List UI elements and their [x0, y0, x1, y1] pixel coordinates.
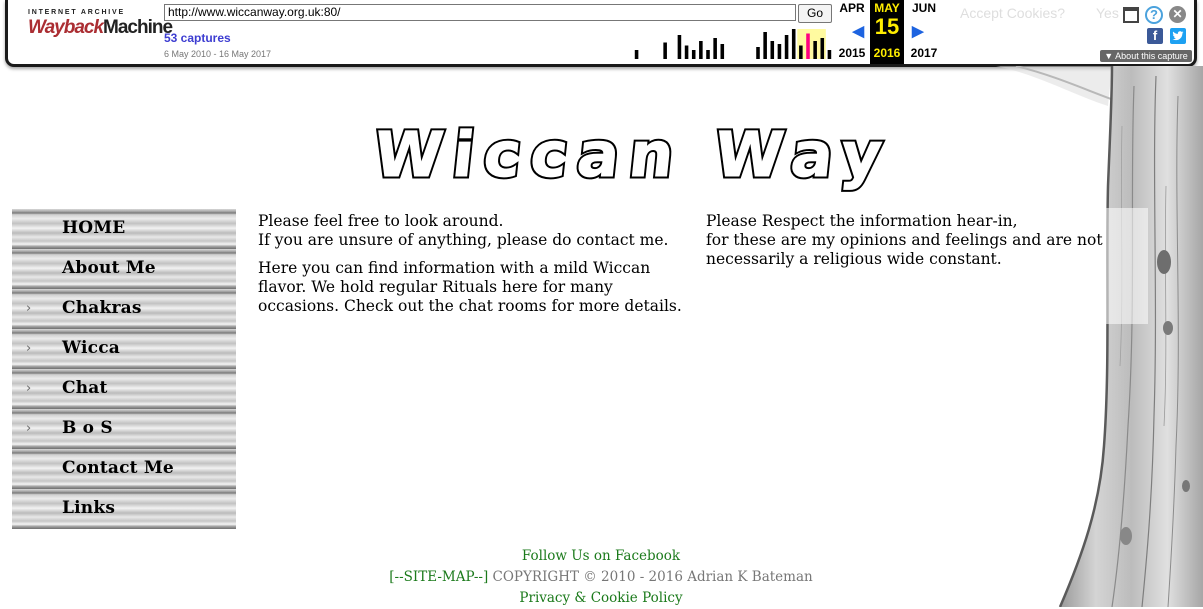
prev-capture-arrow-icon[interactable]: ◀: [852, 22, 864, 40]
nav-item-label: Chakras: [62, 298, 142, 318]
toolbar-icons: ? ✕ f: [1120, 6, 1190, 46]
side-navigation: HOME About Me › Chakras › Wicca › Chat ›…: [12, 209, 236, 529]
cookie-prompt-ghost-yes: Yes: [1096, 5, 1119, 21]
internet-archive-label: INTERNET ARCHIVE: [28, 9, 125, 16]
copyright-text: COPYRIGHT © 2010 - 2016 Adrian K Bateman: [488, 569, 813, 585]
respect-line-2: for these are my opinions and feelings a…: [706, 231, 1103, 268]
submenu-arrow-icon: ›: [26, 301, 32, 316]
cookie-prompt-ghost-text: Accept Cookies?: [960, 5, 1066, 21]
current-year-label: 2016: [873, 46, 901, 60]
site-title-logo: Wiccan Way Wiccan Way: [374, 116, 898, 194]
nav-item-label: Contact Me: [62, 458, 174, 478]
nav-item-label: About Me: [62, 258, 156, 278]
nav-item-label: Chat: [62, 378, 108, 398]
nav-item-label: HOME: [62, 218, 126, 238]
sparkline-bar[interactable]: [720, 44, 725, 59]
page-footer: Follow Us on Facebook [--SITE-MAP--] COP…: [300, 546, 902, 609]
sparkline-bar[interactable]: [784, 35, 789, 59]
welcome-line-1: Please feel free to look around.: [258, 212, 504, 230]
submenu-arrow-icon: ›: [26, 421, 32, 436]
privacy-policy-link[interactable]: Privacy & Cookie Policy: [519, 590, 682, 606]
nav-item-chakras[interactable]: › Chakras: [12, 289, 236, 329]
sparkline-bar[interactable]: [756, 47, 760, 59]
calendar-current-capture: MAY 15 2016: [870, 0, 904, 64]
twitter-share-icon[interactable]: [1170, 28, 1186, 44]
sparkline-bar[interactable]: [763, 32, 767, 59]
tree-trunk-decoration: [996, 66, 1203, 607]
current-month-label: MAY: [874, 1, 900, 15]
nav-item-wicca[interactable]: › Wicca: [12, 329, 236, 369]
submenu-arrow-icon: ›: [26, 341, 32, 356]
nav-item-about-me[interactable]: About Me: [12, 249, 236, 289]
sparkline-bar[interactable]: [684, 45, 689, 60]
capture-sparkline[interactable]: [633, 29, 833, 59]
welcome-paragraph-1: Please feel free to look around. If you …: [258, 212, 698, 250]
next-month-label: JUN: [911, 1, 936, 15]
prev-year-label[interactable]: 2015: [834, 46, 870, 60]
sparkline-bar[interactable]: [691, 50, 696, 59]
welcome-paragraph-2: Here you can find information with a mil…: [258, 259, 682, 315]
facebook-link[interactable]: Follow Us on Facebook: [522, 548, 680, 564]
welcome-line-2: If you are unsure of anything, please do…: [258, 231, 669, 249]
minimize-toolbar-icon[interactable]: [1123, 7, 1139, 23]
calendar-next-month[interactable]: JUN ▶ 2017: [906, 0, 942, 64]
sparkline-bar[interactable]: [770, 41, 775, 59]
respect-notice: Please Respect the information hear-in, …: [706, 212, 1136, 269]
nav-item-label: Wicca: [62, 338, 120, 358]
nav-item-label: B o S: [62, 418, 113, 438]
calendar-prev-month[interactable]: APR ◀ 2015: [834, 0, 870, 64]
facebook-share-icon[interactable]: f: [1147, 28, 1163, 44]
wayback-machine-wordmark: WaybackMachine: [28, 17, 173, 38]
sparkline-bar[interactable]: [820, 38, 825, 59]
help-icon[interactable]: ?: [1145, 6, 1163, 24]
svg-text:Wiccan Way: Wiccan Way: [374, 118, 896, 191]
site-map-link[interactable]: [--SITE-MAP--]: [389, 569, 488, 585]
nav-item-bos[interactable]: › B o S: [12, 409, 236, 449]
wayback-toolbar: INTERNET ARCHIVE WaybackMachine http://w…: [5, 0, 1197, 67]
next-capture-arrow-icon[interactable]: ▶: [912, 22, 924, 40]
welcome-text: Please feel free to look around. If you …: [258, 212, 698, 325]
nav-item-links[interactable]: Links: [12, 489, 236, 529]
sparkline-bar[interactable]: [799, 45, 803, 60]
sparkline-bar[interactable]: [813, 41, 817, 59]
current-day-label: 15: [874, 14, 900, 39]
sparkline-bar[interactable]: [699, 41, 703, 59]
wayback-url-input[interactable]: http://www.wiccanway.org.uk:80/: [164, 4, 796, 21]
sparkline-bar[interactable]: [777, 44, 782, 59]
nav-item-label: Links: [62, 498, 116, 518]
prev-month-label: APR: [839, 1, 865, 15]
nav-item-chat[interactable]: › Chat: [12, 369, 236, 409]
sparkline-bar[interactable]: [663, 42, 667, 60]
nav-item-contact-me[interactable]: Contact Me: [12, 449, 236, 489]
close-icon[interactable]: ✕: [1169, 6, 1186, 23]
sparkline-bar[interactable]: [827, 50, 832, 59]
next-year-label[interactable]: 2017: [906, 46, 942, 60]
respect-paragraph: Please Respect the information hear-in, …: [706, 212, 1136, 269]
wayback-logo[interactable]: INTERNET ARCHIVE WaybackMachine: [28, 9, 173, 49]
capture-date-range: 6 May 2010 - 16 May 2017: [164, 49, 272, 59]
sparkline-bar[interactable]: [677, 35, 682, 59]
sparkline-bar[interactable]: [791, 29, 796, 59]
sparkline-bar[interactable]: [713, 38, 717, 59]
go-button[interactable]: Go: [798, 4, 832, 23]
captures-link[interactable]: 53 captures: [164, 31, 231, 45]
sparkline-bar[interactable]: [706, 50, 710, 59]
respect-line-1: Please Respect the information hear-in,: [706, 212, 1018, 230]
nav-item-home[interactable]: HOME: [12, 209, 236, 249]
about-this-capture-button[interactable]: ▼ About this capture: [1100, 50, 1192, 62]
sparkline-current-capture-bar[interactable]: [806, 33, 810, 60]
sparkline-bar[interactable]: [634, 50, 639, 59]
submenu-arrow-icon: ›: [26, 381, 32, 396]
